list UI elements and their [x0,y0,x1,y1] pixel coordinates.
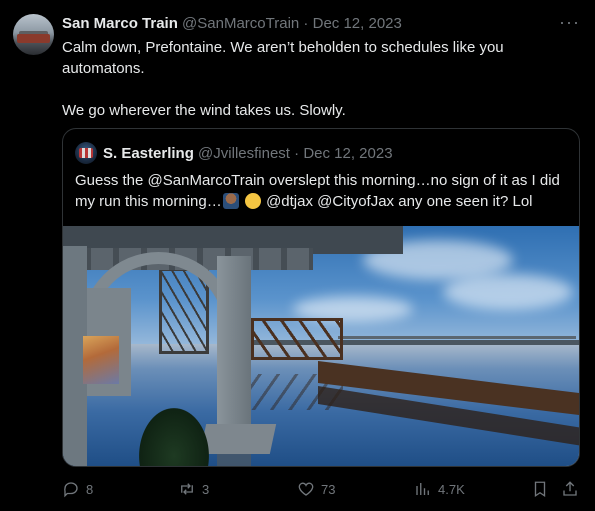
tweet-text: Calm down, Prefontaine. We aren’t behold… [62,37,577,121]
views-button[interactable]: 4.7K [414,480,465,498]
quoted-date[interactable]: Dec 12, 2023 [303,145,392,162]
tweet-text-line1: Calm down, Prefontaine. We aren’t behold… [62,39,504,77]
photo-mural [83,336,119,384]
tweet-actions: 8 3 73 4.7K [0,480,595,500]
photo-pier-base [199,424,277,454]
share-icon [563,481,577,496]
photo-truss-bridge [251,318,343,360]
bookmark-icon [534,481,546,498]
repost-count: 3 [202,481,210,497]
photo-far-bridge [338,336,576,339]
author-avatar[interactable] [13,14,54,55]
tweet-date[interactable]: Dec 12, 2023 [313,15,402,32]
photo-cloud [443,274,573,310]
reply-button[interactable]: 8 [62,480,93,498]
quoted-author-avatar[interactable] [75,142,97,164]
quoted-text-part2: @dtjax @CityofJax any one seen it? Lol [266,193,533,210]
reply-icon [64,482,78,498]
like-button[interactable]: 73 [297,480,335,498]
quoted-header: S. Easterling @Jvillesfinest · Dec 12, 2… [103,145,393,163]
views-count: 4.7K [438,481,465,497]
thinking-emoji-icon [244,193,261,209]
quoted-tweet[interactable]: S. Easterling @Jvillesfinest · Dec 12, 2… [62,128,580,467]
like-count: 73 [321,481,336,497]
repost-icon [181,483,193,495]
quoted-text: Guess the @SanMarcoTrain overslept this … [75,170,575,212]
views-icon [416,483,429,495]
reply-count: 8 [86,481,94,497]
quoted-author-name[interactable]: S. Easterling [103,145,194,162]
tweet-header: San Marco Train @SanMarcoTrain · Dec 12,… [62,15,402,33]
bookmark-button[interactable] [531,480,549,498]
shrug-emoji-icon [222,193,239,209]
avatar-train [17,34,50,43]
photo-main-pier [217,256,251,436]
share-button[interactable] [561,480,579,498]
repost-button[interactable]: 3 [178,480,209,498]
photo-palm-tree [139,408,209,466]
quoted-author-handle[interactable]: @Jvillesfinest [198,145,290,162]
author-name[interactable]: San Marco Train [62,15,178,32]
quoted-separator: · [289,145,304,162]
heart-icon [298,482,314,496]
tweet-text-line2: We go wherever the wind takes us. Slowly… [62,102,346,119]
author-handle[interactable]: @SanMarcoTrain [182,15,299,32]
avatar-flag-stripe [79,148,93,158]
more-options-icon[interactable]: ··· [559,12,580,33]
quoted-photo[interactable] [63,226,579,466]
header-separator: · [299,15,313,32]
